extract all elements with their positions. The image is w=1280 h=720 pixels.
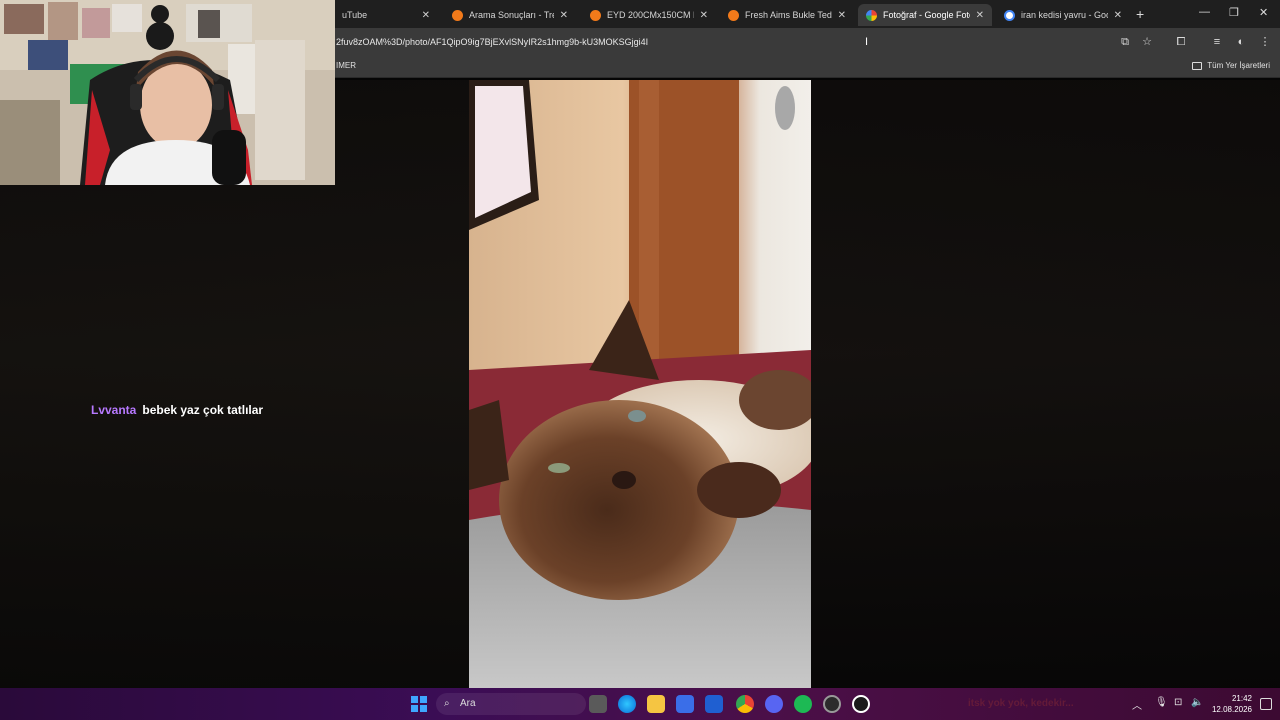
tab-youtube[interactable]: uTube ✕ <box>334 4 438 26</box>
discord-icon[interactable] <box>765 695 783 713</box>
restore-icon[interactable]: ❐ <box>1229 6 1239 19</box>
extensions-icon[interactable]: ⧠ <box>1174 35 1188 49</box>
close-icon[interactable]: ✕ <box>700 10 708 21</box>
viewer-backdrop-right <box>811 80 1280 688</box>
webcam-illustration <box>0 0 335 185</box>
steam-icon[interactable] <box>823 695 841 713</box>
menu-icon[interactable]: ⋮ <box>1258 35 1272 49</box>
search-icon: ⌕ <box>444 698 450 709</box>
notification-icon[interactable] <box>1260 698 1272 710</box>
address-bar[interactable]: 2fuv8zOAM%3D/photo/AF1QipO9ig7BjEXvlSNyI… <box>336 33 648 51</box>
tab-title: Arama Sonuçları - Trendy <box>469 10 554 20</box>
tab-title: Fresh Aims Bukle Teddy/ <box>745 10 832 20</box>
cast-icon[interactable]: ⧉ <box>1118 35 1132 49</box>
close-icon[interactable]: ✕ <box>560 10 568 21</box>
tab-google-photos[interactable]: Fotoğraf - Google Fotoğ ✕ <box>858 4 992 26</box>
chat-message: Lvvanta bebek yaz çok tatlılar <box>91 403 263 417</box>
trendyol-icon <box>452 9 463 21</box>
volume-icon[interactable]: 🔈 <box>1191 697 1203 708</box>
screen: { "browser": { "tabs": [ {"title": "uTub… <box>0 0 1280 720</box>
cat-photo-illustration <box>469 80 811 688</box>
minimize-icon[interactable]: — <box>1199 6 1210 18</box>
spotify-icon[interactable] <box>794 695 812 713</box>
text-cursor-icon: I <box>865 36 869 48</box>
tab-title: Fotoğraf - Google Fotoğ <box>883 10 970 20</box>
microphone-icon[interactable]: 🎙 <box>1155 697 1168 708</box>
tab-title: EYD 200CMx150CM Naki <box>607 10 694 20</box>
window-close-icon[interactable]: ✕ <box>1259 6 1268 19</box>
google-icon <box>1004 9 1015 21</box>
search-label: Ara <box>460 698 476 709</box>
cat-photo[interactable] <box>469 80 811 688</box>
folder-icon <box>1192 61 1203 70</box>
taskbar-search[interactable]: ⌕ Ara <box>436 693 586 715</box>
chat-username: Lvvanta <box>91 403 137 417</box>
windows-start-icon[interactable] <box>411 696 427 712</box>
new-tab-button[interactable]: + <box>1136 6 1144 22</box>
close-icon[interactable]: ✕ <box>422 10 430 21</box>
windows-taskbar: ⌕ Ara itsk yok yok, kedekir... ︿ 🎙 ⊡ 🔈 2… <box>0 688 1280 720</box>
store-icon[interactable] <box>676 695 694 713</box>
profile-icon[interactable]: ◐ <box>1234 35 1248 49</box>
clock-date: 12.08.2026 <box>1211 705 1252 714</box>
network-icon[interactable]: ⊡ <box>1174 697 1182 708</box>
edge-icon[interactable] <box>618 695 636 713</box>
system-clock[interactable]: 21:42 12.08.2026 <box>1212 693 1252 715</box>
close-icon[interactable]: ✕ <box>1114 10 1122 21</box>
tab-google-search[interactable]: iran kedisi yavru - Google ✕ <box>996 4 1130 26</box>
all-bookmarks[interactable]: Tüm Yer İşaretleri <box>1192 61 1270 70</box>
chat-text: bebek yaz çok tatlılar <box>142 403 264 417</box>
task-view-icon[interactable] <box>589 695 607 713</box>
webcam-overlay <box>0 0 335 185</box>
close-icon[interactable]: ✕ <box>838 10 846 21</box>
obs-icon[interactable] <box>852 695 870 713</box>
file-explorer-icon[interactable] <box>647 695 665 713</box>
chrome-icon[interactable] <box>736 695 754 713</box>
outlook-icon[interactable] <box>705 695 723 713</box>
bookmark-item[interactable]: IMER <box>336 61 356 70</box>
tab-title: iran kedisi yavru - Google <box>1021 10 1108 20</box>
tab-fresh-aims[interactable]: Fresh Aims Bukle Teddy/ ✕ <box>720 4 854 26</box>
google-photos-icon <box>866 9 877 21</box>
clock-time: 21:42 <box>1231 694 1252 703</box>
close-icon[interactable]: ✕ <box>976 10 984 21</box>
tab-trendyol-search[interactable]: Arama Sonuçları - Trendy ✕ <box>444 4 576 26</box>
tab-title: uTube <box>342 10 368 20</box>
trendyol-icon <box>590 9 601 21</box>
bookmark-star-icon[interactable]: ☆ <box>1140 35 1154 49</box>
chevron-up-icon[interactable]: ︿ <box>1132 697 1142 712</box>
tab-eyd-carpet[interactable]: EYD 200CMx150CM Naki ✕ <box>582 4 716 26</box>
ghost-overlay-text: itsk yok yok, kedekir... <box>968 698 1074 709</box>
media-controls-icon[interactable]: ≡ <box>1210 35 1224 49</box>
trendyol-icon <box>728 9 739 21</box>
all-bookmarks-label: Tüm Yer İşaretleri <box>1207 61 1270 70</box>
